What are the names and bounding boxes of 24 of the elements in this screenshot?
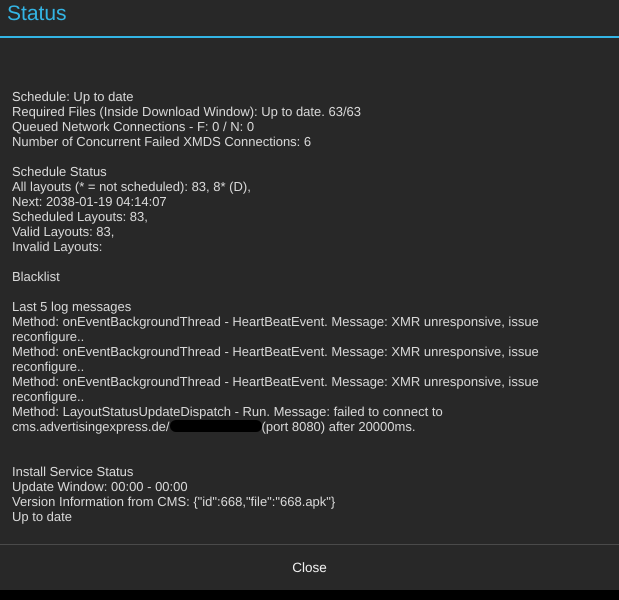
status-line: Blacklist xyxy=(12,269,60,284)
status-line: Invalid Layouts: xyxy=(12,239,102,254)
status-line: Last 5 log messages xyxy=(12,299,132,314)
status-line: Schedule: Up to date xyxy=(12,89,134,104)
status-line: Install Service Status xyxy=(12,464,134,479)
close-button[interactable]: Close xyxy=(0,545,619,590)
status-line: Up to date xyxy=(12,509,72,524)
status-line: Valid Layouts: 83, xyxy=(12,224,114,239)
status-line: Update Window: 00:00 - 00:00 xyxy=(12,479,188,494)
status-line: Next: 2038-01-19 04:14:07 xyxy=(12,194,167,209)
status-line: All layouts (* = not scheduled): 83, 8* (D), xyxy=(12,179,251,194)
status-line: cms.advertisingexpress.de/ xyxy=(12,419,170,434)
dialog-title: Status xyxy=(6,2,67,26)
status-line: (port 8080) after 20000ms. xyxy=(262,419,416,434)
status-line: Version Information from CMS: {"id":668,"file":"668.apk"} xyxy=(12,494,336,509)
status-line: Method: onEventBackgroundThread - HeartBeatEvent. Message: XMR unresponsive, issue reconfigure.. xyxy=(12,314,539,344)
status-line: Method: onEventBackgroundThread - HeartBeatEvent. Message: XMR unresponsive, issue reconfigure.. xyxy=(12,374,539,404)
status-line: Required Files (Inside Download Window): Up to date. 63/63 xyxy=(12,104,362,119)
status-line: Method: onEventBackgroundThread - HeartBeatEvent. Message: XMR unresponsive, issue reconfigure.. xyxy=(12,344,539,374)
status-line: Method: LayoutStatusUpdateDispatch - Run. Message: failed to connect to xyxy=(12,404,443,419)
status-line: Scheduled Layouts: 83, xyxy=(12,209,148,224)
status-line: Queued Network Connections - F: 0 / N: 0 xyxy=(12,119,254,134)
status-line: Number of Concurrent Failed XMDS Connections: 6 xyxy=(12,134,312,149)
status-line: Schedule Status xyxy=(12,164,107,179)
